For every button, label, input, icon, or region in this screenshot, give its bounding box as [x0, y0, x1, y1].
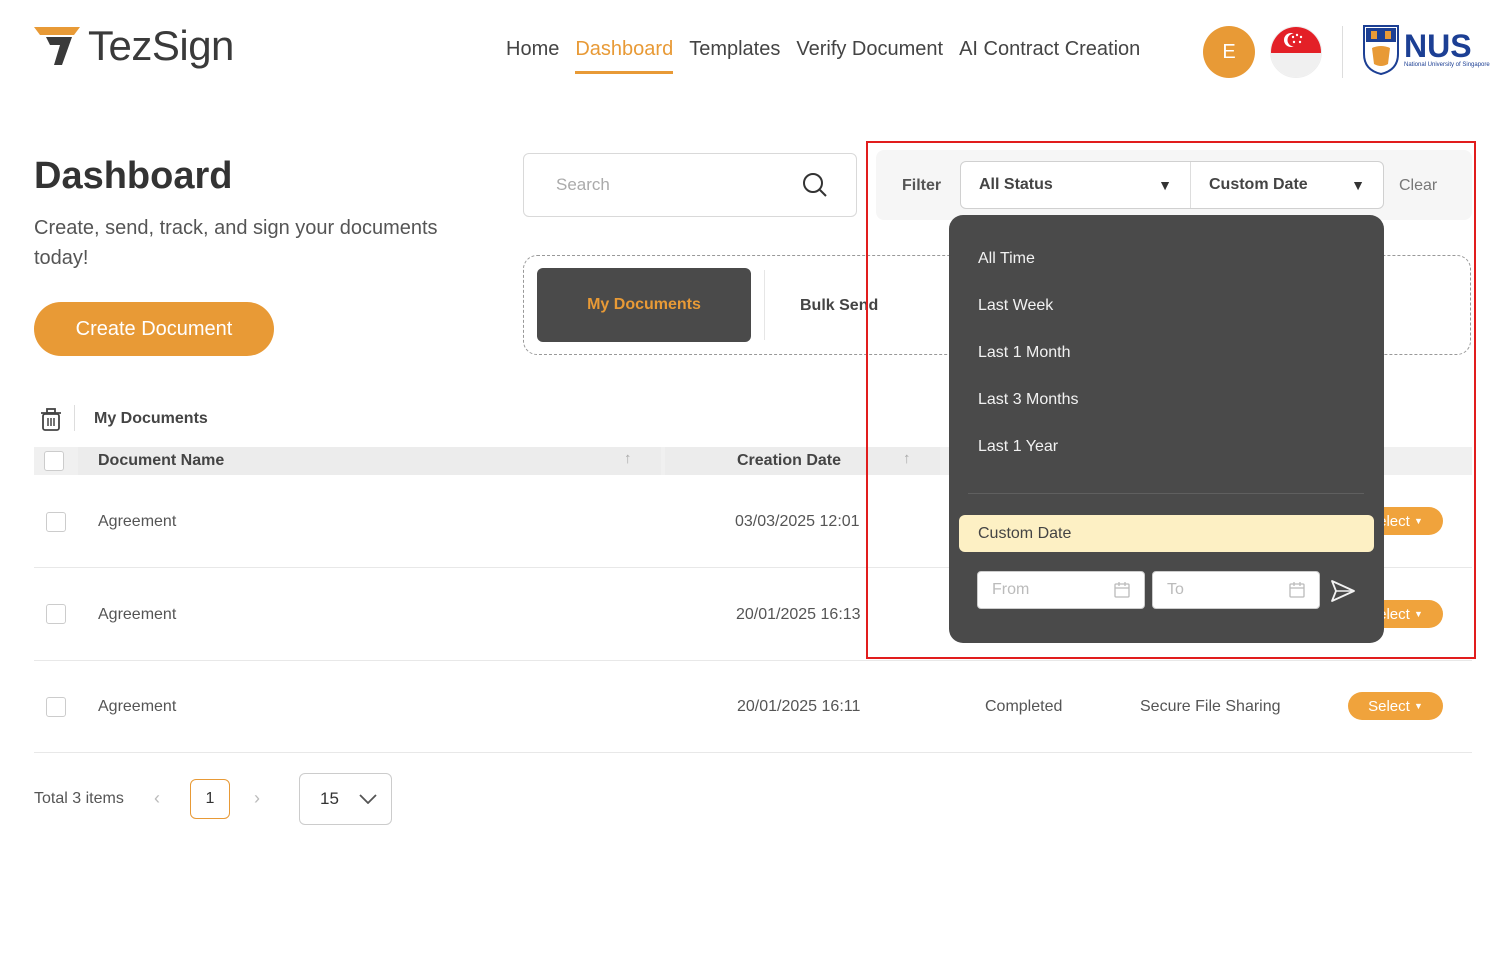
row-checkbox[interactable] [46, 512, 66, 532]
logo-text: TezSign [88, 22, 234, 69]
trash-icon[interactable] [40, 408, 62, 432]
row-document-type: Secure File Sharing [1140, 698, 1281, 715]
nav-home[interactable]: Home [506, 38, 559, 74]
singapore-flag-icon[interactable] [1270, 26, 1322, 78]
column-header-label: Document Name [98, 452, 225, 469]
page-subtitle: Create, send, track, and sign your docum… [34, 217, 438, 269]
nav-dashboard[interactable]: Dashboard [575, 38, 674, 74]
row-document-name[interactable]: Agreement [98, 698, 176, 716]
row-checkbox[interactable] [46, 604, 66, 624]
row-creation-date: 03/03/2025 12:01 [735, 513, 860, 530]
nus-crest-icon [1363, 25, 1399, 76]
tab-divider [764, 270, 765, 340]
row-document-name[interactable]: Agreement [98, 606, 176, 624]
row-document-name[interactable]: Agreement [98, 513, 176, 531]
table-toolbar-divider [74, 405, 75, 431]
nav-ai-contract-creation[interactable]: AI Contract Creation [959, 38, 1140, 74]
column-header-label: Creation Date [737, 452, 842, 469]
highlight-annotation-box [866, 141, 1476, 659]
page-size-select[interactable]: 15 [299, 773, 392, 825]
nav-templates[interactable]: Templates [689, 38, 780, 74]
page-title: Dashboard [34, 155, 233, 197]
nus-logo: NUS National University of Singapore [1362, 24, 1490, 76]
nus-logo-subtext: National University of Singapore [1404, 62, 1490, 68]
row-select-button[interactable]: Select ▼ [1348, 692, 1443, 720]
row-checkbox[interactable] [46, 697, 66, 717]
prev-page-icon[interactable]: ‹ [154, 788, 160, 809]
row-creation-date: 20/01/2025 16:13 [736, 606, 861, 623]
tab-my-documents[interactable]: My Documents [537, 268, 751, 342]
chevron-down-icon [359, 794, 377, 804]
total-items: Total 3 items [34, 790, 124, 807]
user-avatar[interactable]: E [1203, 26, 1255, 78]
main-nav: Home Dashboard Templates Verify Document… [506, 38, 1156, 74]
nav-verify-document[interactable]: Verify Document [796, 38, 943, 74]
search-box [523, 153, 857, 217]
table-title: My Documents [94, 410, 208, 427]
column-header-document-name[interactable]: Document Name ↑ [78, 447, 661, 475]
current-page-button[interactable]: 1 [190, 779, 230, 819]
search-input[interactable] [556, 175, 776, 195]
select-button-label: Select [1368, 697, 1410, 715]
row-divider [34, 752, 1472, 753]
select-all-checkbox[interactable] [44, 451, 64, 471]
app-logo[interactable]: TezSign [32, 22, 234, 70]
header-divider [1342, 26, 1343, 78]
row-status: Completed [985, 698, 1063, 715]
tezsign-logo-icon [34, 27, 80, 65]
create-document-button[interactable]: Create Document [34, 302, 274, 356]
row-creation-date: 20/01/2025 16:11 [737, 698, 861, 715]
row-divider [34, 660, 1472, 661]
nus-logo-text: NUS [1404, 28, 1472, 64]
search-icon[interactable] [802, 172, 828, 198]
page-size-value: 15 [320, 789, 339, 808]
next-page-icon[interactable]: › [254, 788, 260, 809]
sort-arrow-icon[interactable]: ↑ [624, 450, 632, 467]
